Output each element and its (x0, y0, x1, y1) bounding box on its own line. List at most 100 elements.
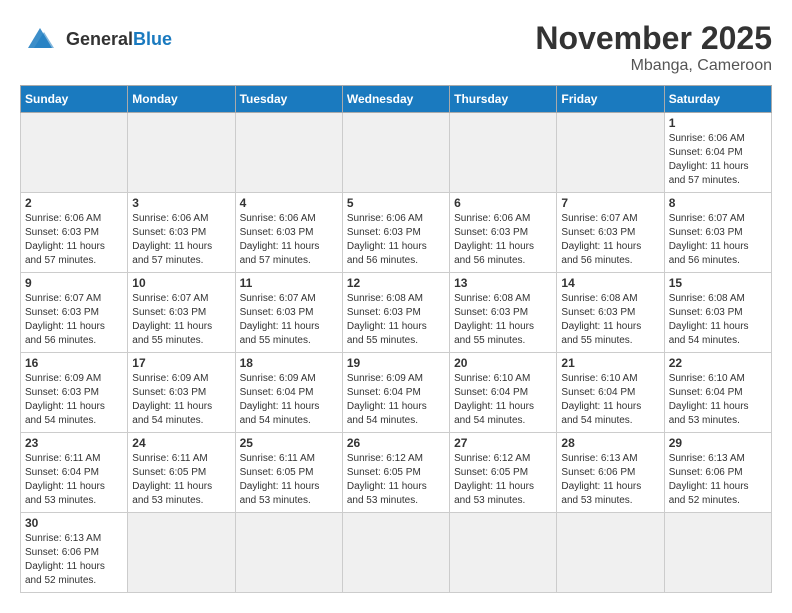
calendar-cell (128, 513, 235, 593)
calendar-cell: 24 Sunrise: 6:11 AM Sunset: 6:05 PM Dayli… (128, 433, 235, 513)
calendar-cell (664, 513, 771, 593)
day-number: 4 (240, 196, 338, 210)
calendar-cell: 21 Sunrise: 6:10 AM Sunset: 6:04 PM Dayli… (557, 353, 664, 433)
day-number: 10 (132, 276, 230, 290)
day-info: Sunrise: 6:09 AM Sunset: 6:03 PM Dayligh… (132, 372, 230, 428)
day-number: 3 (132, 196, 230, 210)
calendar-cell: 17Sunrise: 6:09 AM Sunset: 6:03 PM Dayli… (128, 353, 235, 433)
day-number: 24 (132, 436, 230, 450)
calendar-cell: 10 Sunrise: 6:07 AM Sunset: 6:03 PM Dayli… (128, 273, 235, 353)
day-number: 9 (25, 276, 123, 290)
calendar-cell (21, 113, 128, 193)
week-row-3: 16 Sunrise: 6:09 AM Sunset: 6:03 PM Dayli… (21, 353, 772, 433)
day-number: 7 (561, 196, 659, 210)
calendar-cell: 19Sunrise: 6:09 AM Sunset: 6:04 PM Dayli… (342, 353, 449, 433)
calendar-cell: 2Sunrise: 6:06 AM Sunset: 6:03 PM Daylig… (21, 193, 128, 273)
weekday-header-sunday: Sunday (21, 86, 128, 113)
month-title: November 2025 (535, 20, 772, 57)
calendar-cell: 13Sunrise: 6:08 AM Sunset: 6:03 PM Dayli… (450, 273, 557, 353)
page-header: GeneralBlue November 2025 Mbanga, Camero… (20, 20, 772, 75)
title-block: November 2025 Mbanga, Cameroon (535, 20, 772, 75)
day-info: Sunrise: 6:06 AM Sunset: 6:03 PM Dayligh… (25, 212, 123, 268)
calendar-cell: 22Sunrise: 6:10 AM Sunset: 6:04 PM Dayli… (664, 353, 771, 433)
day-info: Sunrise: 6:07 AM Sunset: 6:03 PM Dayligh… (132, 292, 230, 348)
calendar-cell: 7 Sunrise: 6:07 AM Sunset: 6:03 PM Daylig… (557, 193, 664, 273)
calendar-cell: 25 Sunrise: 6:11 AM Sunset: 6:05 PM Dayli… (235, 433, 342, 513)
calendar-cell: 1 Sunrise: 6:06 AM Sunset: 6:04 PM Daylig… (664, 113, 771, 193)
calendar-cell: 16 Sunrise: 6:09 AM Sunset: 6:03 PM Dayli… (21, 353, 128, 433)
calendar-cell: 18 Sunrise: 6:09 AM Sunset: 6:04 PM Dayli… (235, 353, 342, 433)
day-info: Sunrise: 6:12 AM Sunset: 6:05 PM Dayligh… (347, 452, 445, 508)
day-number: 27 (454, 436, 552, 450)
week-row-0: 1 Sunrise: 6:06 AM Sunset: 6:04 PM Daylig… (21, 113, 772, 193)
weekday-header-wednesday: Wednesday (342, 86, 449, 113)
day-info: Sunrise: 6:07 AM Sunset: 6:03 PM Dayligh… (25, 292, 123, 348)
day-info: Sunrise: 6:11 AM Sunset: 6:04 PM Dayligh… (25, 452, 123, 508)
week-row-1: 2Sunrise: 6:06 AM Sunset: 6:03 PM Daylig… (21, 193, 772, 273)
logo-text: GeneralBlue (66, 30, 172, 50)
day-info: Sunrise: 6:08 AM Sunset: 6:03 PM Dayligh… (669, 292, 767, 348)
calendar-cell (557, 113, 664, 193)
calendar-cell: 20Sunrise: 6:10 AM Sunset: 6:04 PM Dayli… (450, 353, 557, 433)
day-number: 28 (561, 436, 659, 450)
calendar-cell: 23 Sunrise: 6:11 AM Sunset: 6:04 PM Dayli… (21, 433, 128, 513)
day-info: Sunrise: 6:13 AM Sunset: 6:06 PM Dayligh… (25, 532, 123, 588)
calendar-cell (450, 113, 557, 193)
weekday-header-friday: Friday (557, 86, 664, 113)
calendar-cell: 27 Sunrise: 6:12 AM Sunset: 6:05 PM Dayli… (450, 433, 557, 513)
day-number: 18 (240, 356, 338, 370)
day-info: Sunrise: 6:09 AM Sunset: 6:04 PM Dayligh… (240, 372, 338, 428)
day-number: 25 (240, 436, 338, 450)
day-number: 11 (240, 276, 338, 290)
calendar-cell: 14Sunrise: 6:08 AM Sunset: 6:03 PM Dayli… (557, 273, 664, 353)
day-info: Sunrise: 6:10 AM Sunset: 6:04 PM Dayligh… (454, 372, 552, 428)
calendar-cell: 11 Sunrise: 6:07 AM Sunset: 6:03 PM Dayli… (235, 273, 342, 353)
calendar-cell: 6 Sunrise: 6:06 AM Sunset: 6:03 PM Daylig… (450, 193, 557, 273)
day-info: Sunrise: 6:07 AM Sunset: 6:03 PM Dayligh… (240, 292, 338, 348)
weekday-header-monday: Monday (128, 86, 235, 113)
calendar-cell: 30 Sunrise: 6:13 AM Sunset: 6:06 PM Dayli… (21, 513, 128, 593)
logo: GeneralBlue (20, 20, 172, 60)
logo-general: General (66, 29, 133, 49)
day-number: 1 (669, 116, 767, 130)
day-number: 16 (25, 356, 123, 370)
day-number: 21 (561, 356, 659, 370)
week-row-4: 23 Sunrise: 6:11 AM Sunset: 6:04 PM Dayli… (21, 433, 772, 513)
day-info: Sunrise: 6:11 AM Sunset: 6:05 PM Dayligh… (132, 452, 230, 508)
day-number: 29 (669, 436, 767, 450)
day-info: Sunrise: 6:13 AM Sunset: 6:06 PM Dayligh… (561, 452, 659, 508)
day-number: 26 (347, 436, 445, 450)
day-info: Sunrise: 6:12 AM Sunset: 6:05 PM Dayligh… (454, 452, 552, 508)
day-number: 8 (669, 196, 767, 210)
weekday-header-saturday: Saturday (664, 86, 771, 113)
weekday-header-thursday: Thursday (450, 86, 557, 113)
day-info: Sunrise: 6:07 AM Sunset: 6:03 PM Dayligh… (561, 212, 659, 268)
day-number: 5 (347, 196, 445, 210)
day-number: 22 (669, 356, 767, 370)
day-info: Sunrise: 6:06 AM Sunset: 6:03 PM Dayligh… (347, 212, 445, 268)
day-number: 30 (25, 516, 123, 530)
day-number: 12 (347, 276, 445, 290)
day-number: 14 (561, 276, 659, 290)
day-info: Sunrise: 6:06 AM Sunset: 6:03 PM Dayligh… (454, 212, 552, 268)
day-info: Sunrise: 6:06 AM Sunset: 6:04 PM Dayligh… (669, 132, 767, 188)
calendar-cell (342, 113, 449, 193)
location: Mbanga, Cameroon (535, 57, 772, 75)
calendar-cell: 26 Sunrise: 6:12 AM Sunset: 6:05 PM Dayli… (342, 433, 449, 513)
day-info: Sunrise: 6:11 AM Sunset: 6:05 PM Dayligh… (240, 452, 338, 508)
calendar-cell: 28 Sunrise: 6:13 AM Sunset: 6:06 PM Dayli… (557, 433, 664, 513)
day-info: Sunrise: 6:13 AM Sunset: 6:06 PM Dayligh… (669, 452, 767, 508)
calendar-cell: 29 Sunrise: 6:13 AM Sunset: 6:06 PM Dayli… (664, 433, 771, 513)
day-info: Sunrise: 6:08 AM Sunset: 6:03 PM Dayligh… (347, 292, 445, 348)
calendar-cell: 12 Sunrise: 6:08 AM Sunset: 6:03 PM Dayli… (342, 273, 449, 353)
day-info: Sunrise: 6:06 AM Sunset: 6:03 PM Dayligh… (240, 212, 338, 268)
day-number: 6 (454, 196, 552, 210)
day-info: Sunrise: 6:09 AM Sunset: 6:04 PM Dayligh… (347, 372, 445, 428)
calendar-cell (235, 513, 342, 593)
weekday-header-tuesday: Tuesday (235, 86, 342, 113)
day-number: 23 (25, 436, 123, 450)
day-info: Sunrise: 6:10 AM Sunset: 6:04 PM Dayligh… (561, 372, 659, 428)
calendar-cell: 4 Sunrise: 6:06 AM Sunset: 6:03 PM Daylig… (235, 193, 342, 273)
day-info: Sunrise: 6:09 AM Sunset: 6:03 PM Dayligh… (25, 372, 123, 428)
logo-blue: Blue (133, 29, 172, 49)
